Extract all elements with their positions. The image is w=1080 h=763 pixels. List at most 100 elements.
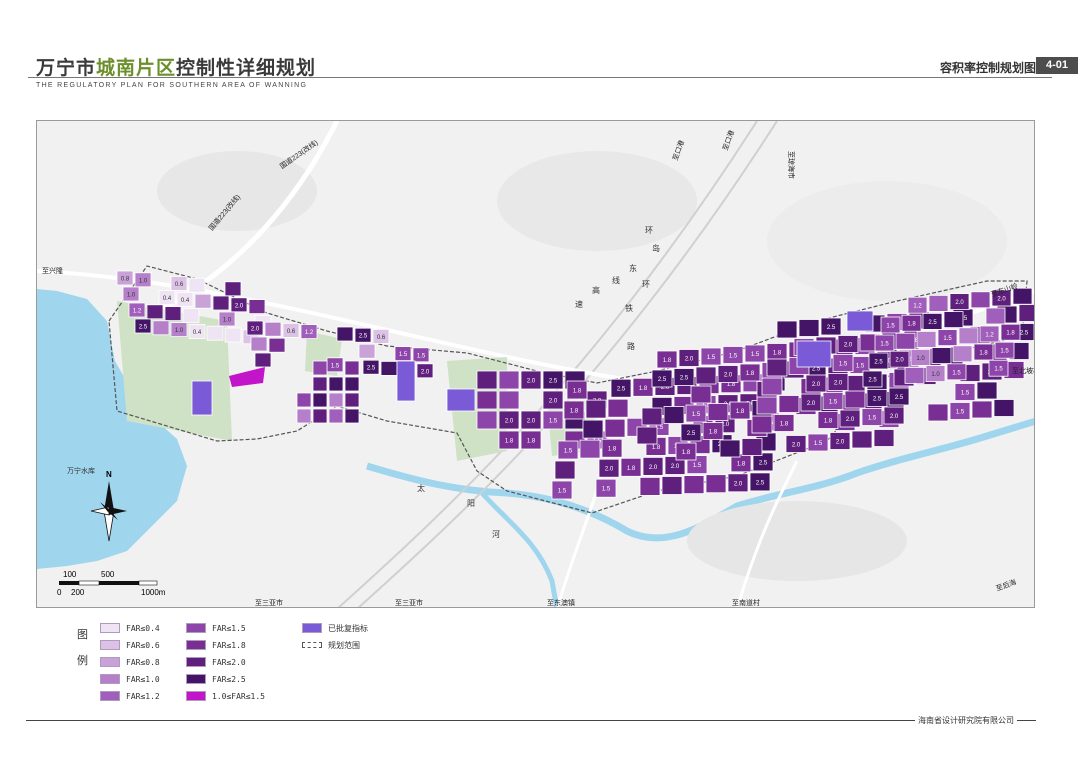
legend-swatch bbox=[302, 623, 322, 633]
legend-far-20: FAR≤2.0 bbox=[186, 656, 246, 668]
far-parcel-value: 2.0 bbox=[251, 327, 260, 333]
far-parcel-value: 0.4 bbox=[193, 330, 202, 336]
far-parcel-value: 1.5 bbox=[399, 352, 408, 358]
legend-swatch bbox=[302, 642, 322, 648]
far-parcel-value: 2.0 bbox=[527, 379, 536, 385]
far-parcel bbox=[224, 327, 242, 343]
far-parcel bbox=[904, 366, 925, 384]
far-parcel-value: 2.5 bbox=[367, 366, 376, 372]
far-parcel-value: 1.8 bbox=[570, 409, 579, 415]
approved-parcel bbox=[446, 388, 476, 412]
legend-label: FAR≤0.4 bbox=[126, 623, 160, 633]
road-label-9: 线 bbox=[612, 275, 620, 285]
far-parcel-value: 1.5 bbox=[331, 363, 340, 369]
far-parcel bbox=[554, 460, 576, 480]
far-parcel bbox=[928, 294, 949, 312]
far-map: 0.8 1.0 0.6 1.0 0.4 0.4 2.0 1.2 1.0 2.5 1.0 0.4 2.0 0… bbox=[37, 121, 1034, 607]
far-parcel-value: 1.8 bbox=[682, 450, 691, 456]
map-frame: 0.8 1.0 0.6 1.0 0.4 0.4 2.0 1.2 1.0 2.5 1.0 0.4 2.0 0… bbox=[36, 120, 1035, 608]
far-parcel bbox=[268, 337, 286, 353]
terrain-patch bbox=[687, 501, 907, 581]
far-parcel-value: 1.8 bbox=[979, 351, 988, 357]
approved-parcel bbox=[846, 310, 874, 332]
approved-parcel bbox=[396, 360, 416, 402]
far-parcel-value: 2.0 bbox=[505, 419, 514, 425]
far-parcel-value: 0.6 bbox=[287, 329, 296, 335]
far-parcel bbox=[312, 360, 328, 376]
legend-title-1: 图 bbox=[77, 628, 88, 641]
far-parcel-value: 1.8 bbox=[505, 439, 514, 445]
far-parcel-value: 2.0 bbox=[812, 382, 821, 388]
sheet-title: 容积率控制规划图 bbox=[940, 61, 1037, 75]
far-parcel-value: 2.0 bbox=[895, 358, 904, 364]
footer-organization: 海南省设计研究院有限公司 bbox=[915, 715, 1017, 726]
far-parcel-value: 1.0 bbox=[931, 372, 940, 378]
far-parcel-value: 1.5 bbox=[558, 489, 567, 495]
far-parcel bbox=[498, 390, 520, 410]
far-parcel bbox=[152, 320, 170, 336]
river-label-2: 阳 bbox=[467, 499, 475, 508]
reservoir-label: 万宁水库 bbox=[67, 466, 95, 475]
far-parcel bbox=[705, 474, 727, 494]
terrain-patch bbox=[497, 151, 697, 251]
dir-xinglong: 至兴隆 bbox=[42, 266, 63, 275]
far-parcel-value: 1.2 bbox=[985, 333, 994, 339]
far-parcel-value: 1.5 bbox=[829, 400, 838, 406]
far-parcel bbox=[690, 385, 712, 404]
scale-top-2: 500 bbox=[101, 570, 115, 579]
far-parcel bbox=[844, 390, 866, 409]
far-parcel bbox=[719, 439, 741, 458]
far-parcel bbox=[146, 304, 164, 320]
far-parcel-value: 1.5 bbox=[417, 353, 426, 359]
scale-bottom-2: 200 bbox=[71, 588, 85, 597]
far-parcel bbox=[707, 403, 729, 421]
far-parcel-value: 1.5 bbox=[1000, 349, 1009, 355]
legend-far-10: FAR≤1.0 bbox=[100, 673, 160, 685]
legend-far-15: FAR≤1.5 bbox=[186, 622, 246, 634]
far-parcel bbox=[895, 332, 916, 350]
far-parcel bbox=[970, 291, 991, 309]
far-parcel-value: 2.5 bbox=[759, 460, 768, 466]
river-label-3: 河 bbox=[492, 529, 500, 539]
legend-far-04: FAR≤0.4 bbox=[100, 622, 160, 634]
far-parcel bbox=[766, 358, 788, 377]
river-label-1: 太 bbox=[417, 483, 425, 493]
far-parcel bbox=[206, 325, 224, 341]
dir-sanya-1: 至三亚市 bbox=[255, 598, 283, 607]
far-parcel-value: 1.5 bbox=[839, 362, 848, 368]
far-parcel bbox=[604, 418, 626, 438]
far-parcel bbox=[498, 370, 520, 390]
far-parcel-value: 1.5 bbox=[961, 391, 970, 397]
far-parcel-value: 2.5 bbox=[895, 395, 904, 401]
far-parcel-value: 1.2 bbox=[133, 309, 142, 315]
sheet-code: 4-01 bbox=[1036, 57, 1078, 74]
road-label-8: 路 bbox=[627, 341, 635, 351]
dir-nanli: 至南道村 bbox=[732, 598, 760, 607]
far-parcel bbox=[344, 360, 360, 376]
dir-sanya-2: 至三亚市 bbox=[395, 598, 423, 607]
far-parcel bbox=[916, 330, 937, 348]
far-parcel-value: 2.0 bbox=[235, 303, 244, 309]
far-parcel-value: 1.5 bbox=[564, 449, 573, 455]
far-parcel-value: 2.0 bbox=[890, 414, 899, 420]
far-parcel bbox=[579, 439, 601, 459]
far-parcel-value: 0.8 bbox=[121, 277, 130, 283]
legend-swatch bbox=[100, 640, 120, 650]
far-parcel-value: 1.0 bbox=[223, 318, 232, 324]
scale-top-1: 100 bbox=[63, 570, 77, 579]
far-parcel-value: 1.2 bbox=[305, 330, 314, 336]
legend-swatch bbox=[100, 623, 120, 633]
far-parcel bbox=[476, 390, 498, 410]
far-parcel-value: 0.4 bbox=[163, 296, 172, 302]
legend-swatch bbox=[186, 691, 206, 701]
header-divider bbox=[28, 77, 1052, 78]
far-parcel-value: 1.5 bbox=[549, 419, 558, 425]
far-parcel bbox=[296, 392, 312, 408]
legend-title-2: 例 bbox=[77, 654, 88, 667]
road-label-1: 环 bbox=[645, 226, 653, 235]
far-parcel-value: 2.5 bbox=[139, 325, 148, 331]
far-parcel-value: 2.0 bbox=[844, 343, 853, 349]
approved-parcel bbox=[191, 380, 213, 416]
far-parcel-value: 1.8 bbox=[727, 382, 736, 388]
far-parcel-value: 2.5 bbox=[549, 379, 558, 385]
